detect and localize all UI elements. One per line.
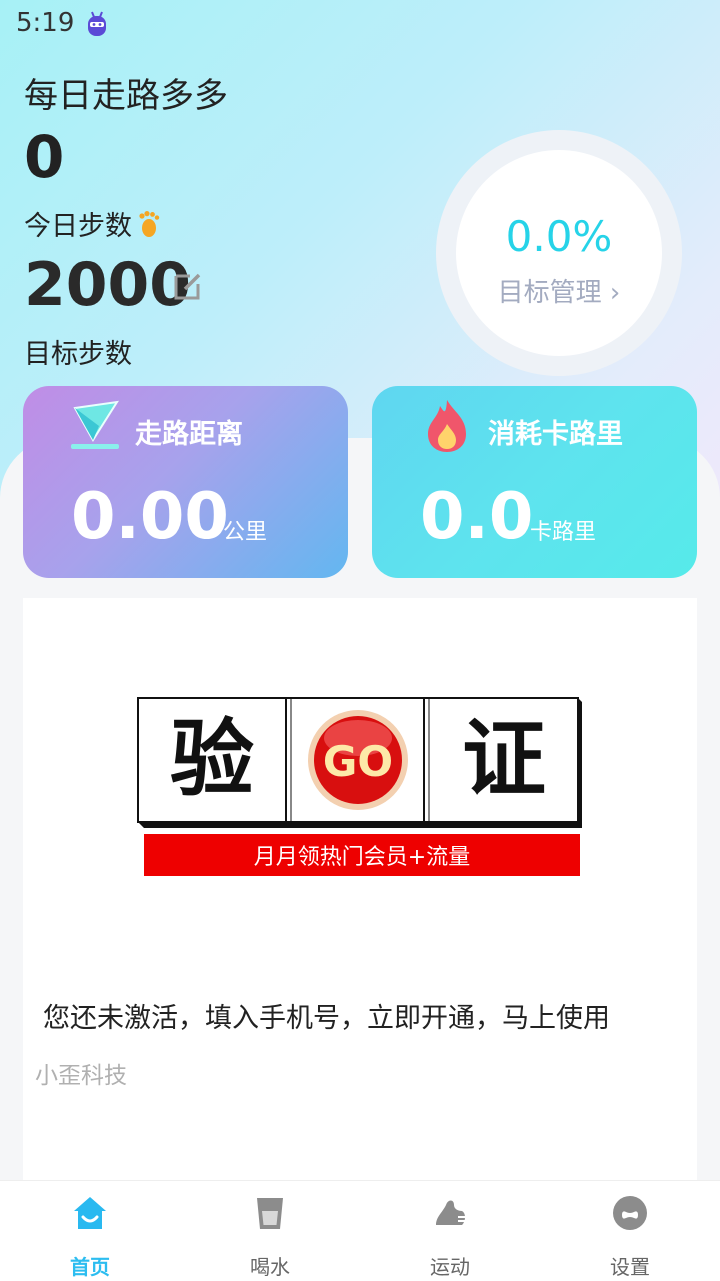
nav-water-label: 喝水 <box>250 1255 290 1279</box>
home-icon <box>74 1197 106 1229</box>
calories-unit: 卡路里 <box>530 520 597 545</box>
calories-card[interactable]: 消耗卡路里 0.0 卡路里 <box>372 386 697 578</box>
goal-progress-percent: 0.0% <box>505 212 613 261</box>
activation-text[interactable]: 您还未激活，填入手机号，立即开通，马上使用 <box>43 996 610 1035</box>
distance-title: 走路距离 <box>135 419 243 450</box>
robot-icon <box>88 11 106 36</box>
goal-steps-label: 目标步数 <box>24 339 132 370</box>
goal-progress-ring[interactable]: 0.0% 目标管理 › <box>436 130 682 376</box>
calories-title: 消耗卡路里 <box>488 419 623 450</box>
paper-plane-icon <box>71 400 120 449</box>
flame-icon <box>428 400 466 452</box>
nav-exercise-label: 运动 <box>430 1255 470 1279</box>
ad-panel[interactable]: 验 GO 证 月月领热门会员+流量 您还未激活，填入手机号，立即开通，马上使用 … <box>23 598 697 1198</box>
nav-home-label: 首页 <box>70 1255 110 1279</box>
goal-management-link[interactable]: 目标管理 › <box>436 272 682 309</box>
app-title: 每日走路多多 <box>24 76 228 116</box>
today-steps-label: 今日步数 <box>24 211 132 242</box>
nav-exercise[interactable]: 运动 <box>360 1181 540 1281</box>
goal-steps-value[interactable]: 2000 <box>24 250 191 320</box>
footprint-icon <box>139 210 160 237</box>
nav-home[interactable]: 首页 <box>0 1181 180 1281</box>
banner-left-char: 验 <box>170 710 254 808</box>
settings-icon <box>613 1196 647 1230</box>
nav-settings-label: 设置 <box>610 1255 650 1279</box>
banner-go-text: GO <box>323 737 393 786</box>
verify-go-banner[interactable]: 验 GO 证 月月领热门会员+流量 <box>134 694 582 878</box>
bottom-navigation: 首页 喝水 运动 设置 <box>0 1180 720 1281</box>
sneaker-icon <box>436 1200 466 1225</box>
edit-icon[interactable] <box>172 268 206 302</box>
nav-settings[interactable]: 设置 <box>540 1181 720 1281</box>
nav-water[interactable]: 喝水 <box>180 1181 360 1281</box>
cup-icon <box>257 1198 283 1229</box>
ad-brand: 小歪科技 <box>35 1063 127 1089</box>
banner-subtitle: 月月领热门会员+流量 <box>254 845 470 870</box>
calories-value: 0.0 <box>420 480 534 554</box>
distance-card[interactable]: 走路距离 0.00 公里 <box>23 386 348 578</box>
status-time: 5:19 <box>16 8 75 38</box>
distance-value: 0.00 <box>71 480 229 554</box>
today-steps-label-row: 今日步数 <box>24 204 162 243</box>
today-steps-value: 0 <box>24 123 65 191</box>
banner-right-char: 证 <box>462 710 546 808</box>
distance-unit: 公里 <box>223 520 268 545</box>
